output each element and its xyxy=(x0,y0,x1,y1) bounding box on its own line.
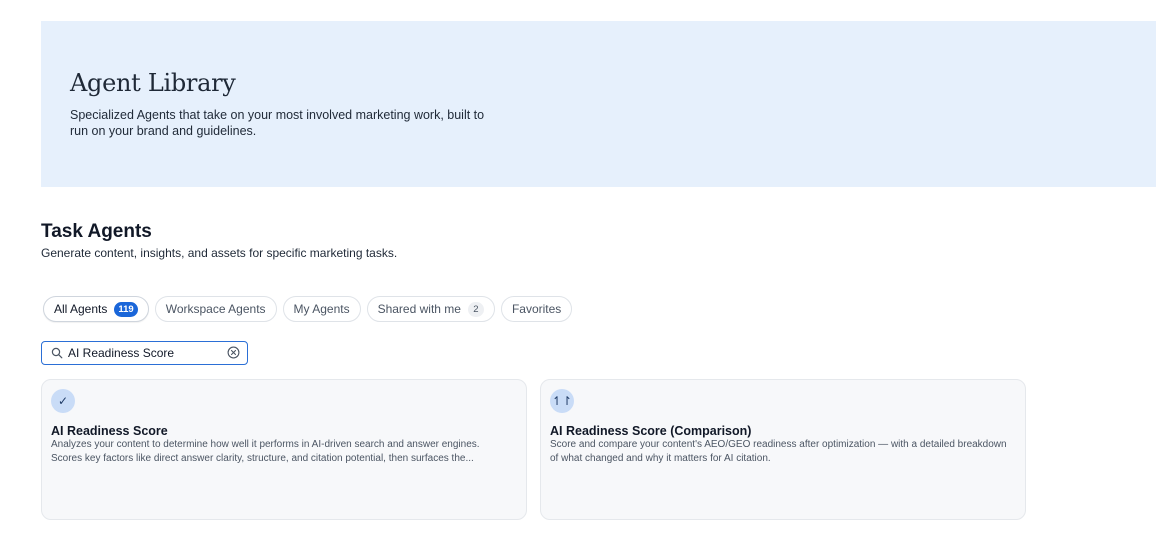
filter-label: Shared with me xyxy=(377,302,461,316)
search-input[interactable] xyxy=(68,346,218,360)
filter-shared-with-me[interactable]: Shared with me 2 xyxy=(366,296,495,322)
check-icon: ✓ xyxy=(51,389,75,413)
agent-card-title: AI Readiness Score (Comparison) xyxy=(550,424,752,438)
search-icon xyxy=(51,347,63,359)
search-box xyxy=(41,341,248,365)
clear-icon[interactable] xyxy=(227,346,240,359)
hero-banner: Agent Library Specialized Agents that ta… xyxy=(41,21,1156,187)
compare-arrows-icon: ↿↾ xyxy=(550,389,574,413)
agent-card-title: AI Readiness Score xyxy=(51,424,168,438)
filter-my-agents[interactable]: My Agents xyxy=(282,296,361,322)
filter-workspace-agents[interactable]: Workspace Agents xyxy=(154,296,277,322)
page-subtitle: Specialized Agents that take on your mos… xyxy=(70,108,485,138)
section-title: Task Agents xyxy=(41,221,152,242)
page-title: Agent Library xyxy=(70,69,236,97)
filter-tabs: All Agents 119 Workspace Agents My Agent… xyxy=(43,296,573,322)
filter-label: All Agents xyxy=(54,302,108,316)
section-subtitle: Generate content, insights, and assets f… xyxy=(41,246,398,260)
agent-card[interactable]: ✓ AI Readiness Score Analyzes your conte… xyxy=(41,379,527,520)
agent-card-description: Analyzes your content to determine how w… xyxy=(51,439,480,464)
filter-label: Favorites xyxy=(511,302,562,316)
count-badge: 2 xyxy=(467,301,484,317)
agent-card-description: Score and compare your content's AEO/GEO… xyxy=(550,439,1007,464)
count-badge: 119 xyxy=(114,301,138,317)
filter-label: Workspace Agents xyxy=(165,302,266,316)
filter-favorites[interactable]: Favorites xyxy=(500,296,573,322)
filter-all-agents[interactable]: All Agents 119 xyxy=(43,296,149,322)
filter-label: My Agents xyxy=(293,302,350,316)
agent-card[interactable]: ↿↾ AI Readiness Score (Comparison) Score… xyxy=(540,379,1026,520)
